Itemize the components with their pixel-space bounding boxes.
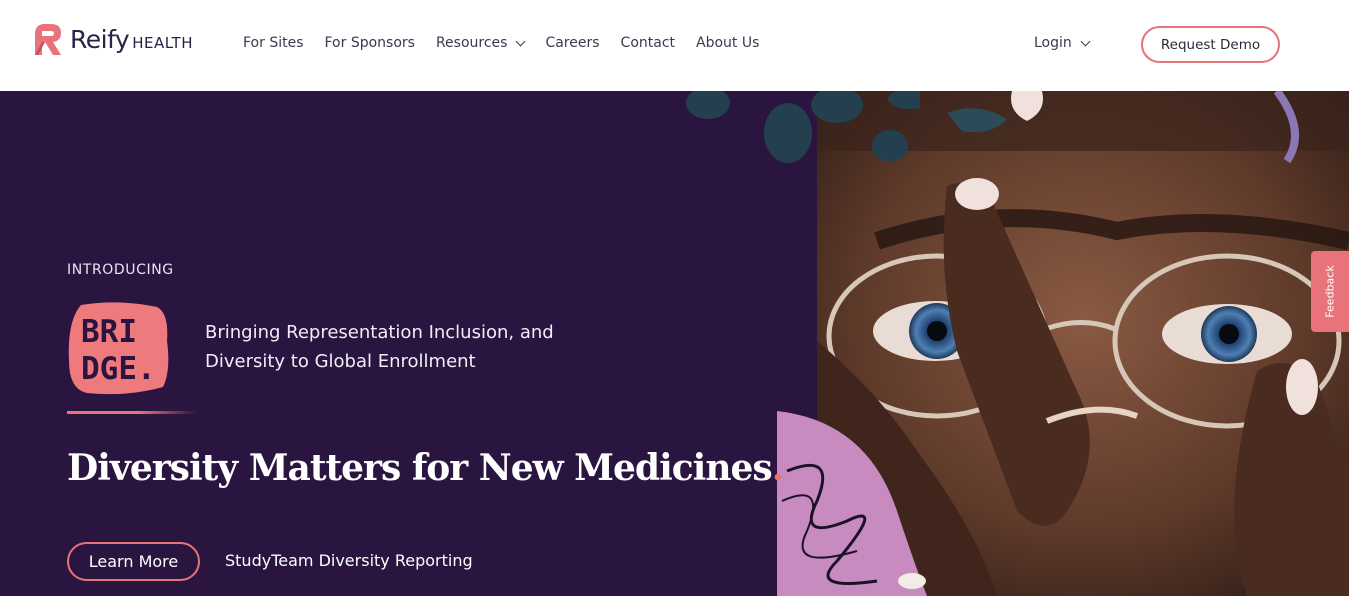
decorative-blobs-graphic <box>686 91 920 163</box>
badge-line-1: BRI <box>81 314 137 350</box>
coral-divider <box>67 411 197 414</box>
feedback-tab[interactable]: Feedback <box>1311 251 1349 332</box>
decorative-scribble-graphic <box>777 411 927 596</box>
hero-headline: Diversity Matters for New Medicines. <box>67 447 785 489</box>
headline-punct: . <box>771 447 785 489</box>
nav-for-sites[interactable]: For Sites <box>243 35 304 51</box>
learn-more-button[interactable]: Learn More <box>67 542 200 581</box>
nav-label: Contact <box>620 35 676 51</box>
nav-contact[interactable]: Contact <box>621 35 675 51</box>
login-dropdown[interactable]: Login <box>1034 35 1091 51</box>
site-header: Reify HEALTH For Sites For Sponsors Reso… <box>0 0 1349 91</box>
nav-label: About Us <box>696 35 760 51</box>
main-nav: For Sites For Sponsors Resources Careers… <box>243 35 780 51</box>
request-demo-button[interactable]: Request Demo <box>1141 26 1280 63</box>
hero-tagline: Bringing Representation Inclusion, and D… <box>205 318 625 376</box>
feedback-label: Feedback <box>1323 265 1337 318</box>
login-label: Login <box>1034 35 1072 51</box>
nav-resources[interactable]: Resources <box>435 35 526 51</box>
logo-wordmark: Reify <box>70 24 130 54</box>
studyteam-diversity-reporting-link[interactable]: StudyTeam Diversity Reporting <box>225 551 473 570</box>
nav-label: Careers <box>545 35 600 51</box>
badge-line-2: DGE. <box>81 351 156 387</box>
headline-text: Diversity Matters for New Medicines <box>67 447 773 489</box>
logo-subword: HEALTH <box>132 34 193 52</box>
hero-section: INTRODUCING BRI DGE. Bringing Representa… <box>0 91 1349 596</box>
tagline-line-2: Diversity to Global Enrollment <box>205 351 476 372</box>
nav-careers[interactable]: Careers <box>545 35 599 51</box>
nav-for-sponsors[interactable]: For Sponsors <box>325 35 415 51</box>
nav-label: For Sponsors <box>324 35 415 51</box>
nav-label: For Sites <box>243 35 304 51</box>
chevron-down-icon <box>1080 36 1091 46</box>
chevron-down-icon <box>516 36 526 46</box>
reify-health-logo[interactable]: Reify HEALTH <box>32 22 193 56</box>
nav-label: Resources <box>435 35 508 51</box>
bridge-badge-logo: BRI DGE. <box>68 302 169 395</box>
tagline-line-1: Bringing Representation Inclusion, and <box>205 322 554 343</box>
hero-eyebrow: INTRODUCING <box>67 262 174 278</box>
nav-about-us[interactable]: About Us <box>696 35 759 51</box>
reify-r-logo-icon <box>35 24 61 55</box>
